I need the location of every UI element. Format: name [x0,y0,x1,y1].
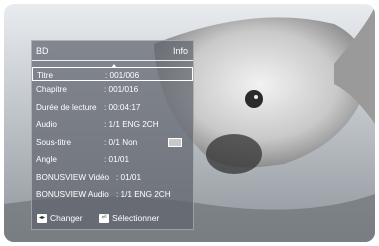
row-angle[interactable]: Angle : 01/01 [32,151,193,169]
panel-title: BD [36,46,49,56]
row-audio[interactable]: Audio : 1/1 ENG 2CH [32,116,193,134]
row-value: : 1/1 ENG 2CH [116,190,171,199]
row-label: BONUSVIEW Audio [36,190,109,199]
row-label: BONUSVIEW Vidéo [36,172,110,182]
row-value: : 00:04:17 [104,102,141,112]
left-right-arrows-icon: ◂▸ [37,213,47,223]
row-label: Chapitre [36,85,67,94]
subtitle-display-icon[interactable] [168,137,182,147]
row-value: : 001/006 [105,71,140,80]
disc-info-panel: BD Info Titre : 001/006 Chapitre : 001/0… [31,40,194,230]
enter-icon: ⏎ [99,213,109,223]
row-subtitle[interactable]: Sous-titre : 0/1 Non [32,134,193,152]
row-bonusview-audio[interactable]: BONUSVIEW Audio : 1/1 ENG 2CH [32,186,193,204]
row-label: Titre [37,71,54,80]
row-label: Audio [36,120,57,129]
row-chapter[interactable]: Chapitre : 001/016 [32,81,193,99]
row-value: : 1/1 ENG 2CH [104,120,159,129]
row-playback-time[interactable]: Durée de lecture : 00:04:17 [32,99,193,117]
row-bonusview-video[interactable]: BONUSVIEW Vidéo : 01/01 [32,169,193,187]
change-button[interactable]: ◂▸ Changer [37,213,83,223]
row-value: : 001/016 [104,85,139,94]
select-button[interactable]: ⏎ Sélectionner [99,213,159,223]
change-label: Changer [50,213,83,223]
screen: BD Info Titre : 001/006 Chapitre : 001/0… [0,0,379,246]
row-label: Angle [36,155,57,164]
panel-footer: ◂▸ Changer ⏎ Sélectionner [32,209,193,229]
panel-header: BD Info [32,41,193,61]
row-value: : 0/1 Non [104,137,138,147]
row-value: : 01/01 [104,155,130,164]
row-value: : 01/01 [116,172,142,182]
video-frame: BD Info Titre : 001/006 Chapitre : 001/0… [4,4,375,242]
row-title[interactable]: Titre : 001/006 [32,67,193,81]
row-label: Durée de lecture [36,102,97,112]
info-label: Info [172,46,188,56]
row-label: Sous-titre [36,137,72,147]
select-label: Sélectionner [112,213,160,223]
info-rows: Titre : 001/006 Chapitre : 001/016 Durée… [32,67,193,204]
